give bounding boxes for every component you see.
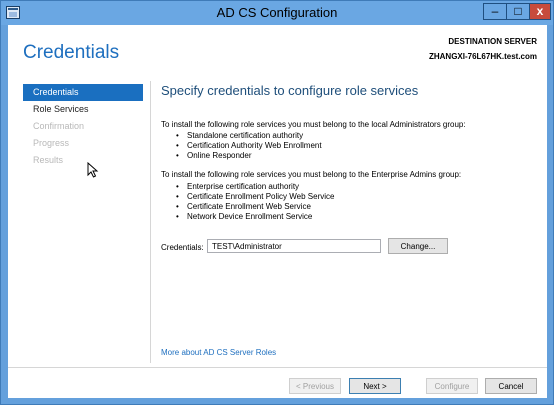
next-button[interactable]: Next >: [349, 378, 401, 394]
local-admin-intro: To install the following role services y…: [161, 120, 466, 129]
wizard-navigation: Credentials Role Services Confirmation P…: [23, 84, 143, 169]
list-item: Certificate Enrollment Policy Web Servic…: [176, 192, 334, 202]
credentials-label: Credentials:: [161, 243, 204, 252]
close-button[interactable]: x: [529, 3, 551, 20]
maximize-button[interactable]: □: [506, 3, 530, 20]
enterprise-admin-role-list: Enterprise certification authority Certi…: [176, 182, 334, 222]
list-item: Certification Authority Web Enrollment: [176, 141, 322, 151]
enterprise-admin-intro: To install the following role services y…: [161, 170, 462, 179]
list-item: Online Responder: [176, 151, 322, 161]
list-item: Standalone certification authority: [176, 131, 322, 141]
list-item: Network Device Enrollment Service: [176, 212, 334, 222]
destination-server-label: DESTINATION SERVER: [448, 37, 537, 46]
page-title: Credentials: [23, 42, 120, 63]
nav-item-role-services[interactable]: Role Services: [23, 101, 143, 118]
change-credentials-button[interactable]: Change...: [388, 238, 448, 254]
list-item: Certificate Enrollment Web Service: [176, 202, 334, 212]
nav-item-progress: Progress: [33, 138, 70, 148]
mouse-pointer-icon: [87, 162, 99, 178]
main-heading: Specify credentials to configure role se…: [161, 83, 419, 98]
local-admin-role-list: Standalone certification authority Certi…: [176, 131, 322, 161]
more-about-ad-cs-link[interactable]: More about AD CS Server Roles: [161, 348, 276, 357]
nav-item-results: Results: [33, 155, 64, 165]
wizard-content: Credentials DESTINATION SERVER ZHANGXI-7…: [8, 25, 547, 398]
previous-button[interactable]: < Previous: [289, 378, 341, 394]
destination-server-name: ZHANGXI-76L67HK.test.com: [428, 52, 537, 61]
nav-item-confirmation: Confirmation: [33, 121, 85, 131]
nav-item-credentials[interactable]: Credentials: [23, 84, 143, 101]
ad-cs-configuration-window: AD CS Configuration – □ x Credentials DE…: [0, 0, 554, 405]
list-item: Enterprise certification authority: [176, 182, 334, 192]
credentials-field[interactable]: [207, 239, 381, 253]
window-title: AD CS Configuration: [216, 5, 338, 20]
cancel-button[interactable]: Cancel: [485, 378, 537, 394]
nav-divider: [150, 81, 151, 363]
minimize-button[interactable]: –: [483, 3, 507, 20]
title-bar[interactable]: AD CS Configuration – □ x: [1, 1, 553, 25]
footer-divider: [8, 367, 547, 368]
configure-button[interactable]: Configure: [426, 378, 478, 394]
